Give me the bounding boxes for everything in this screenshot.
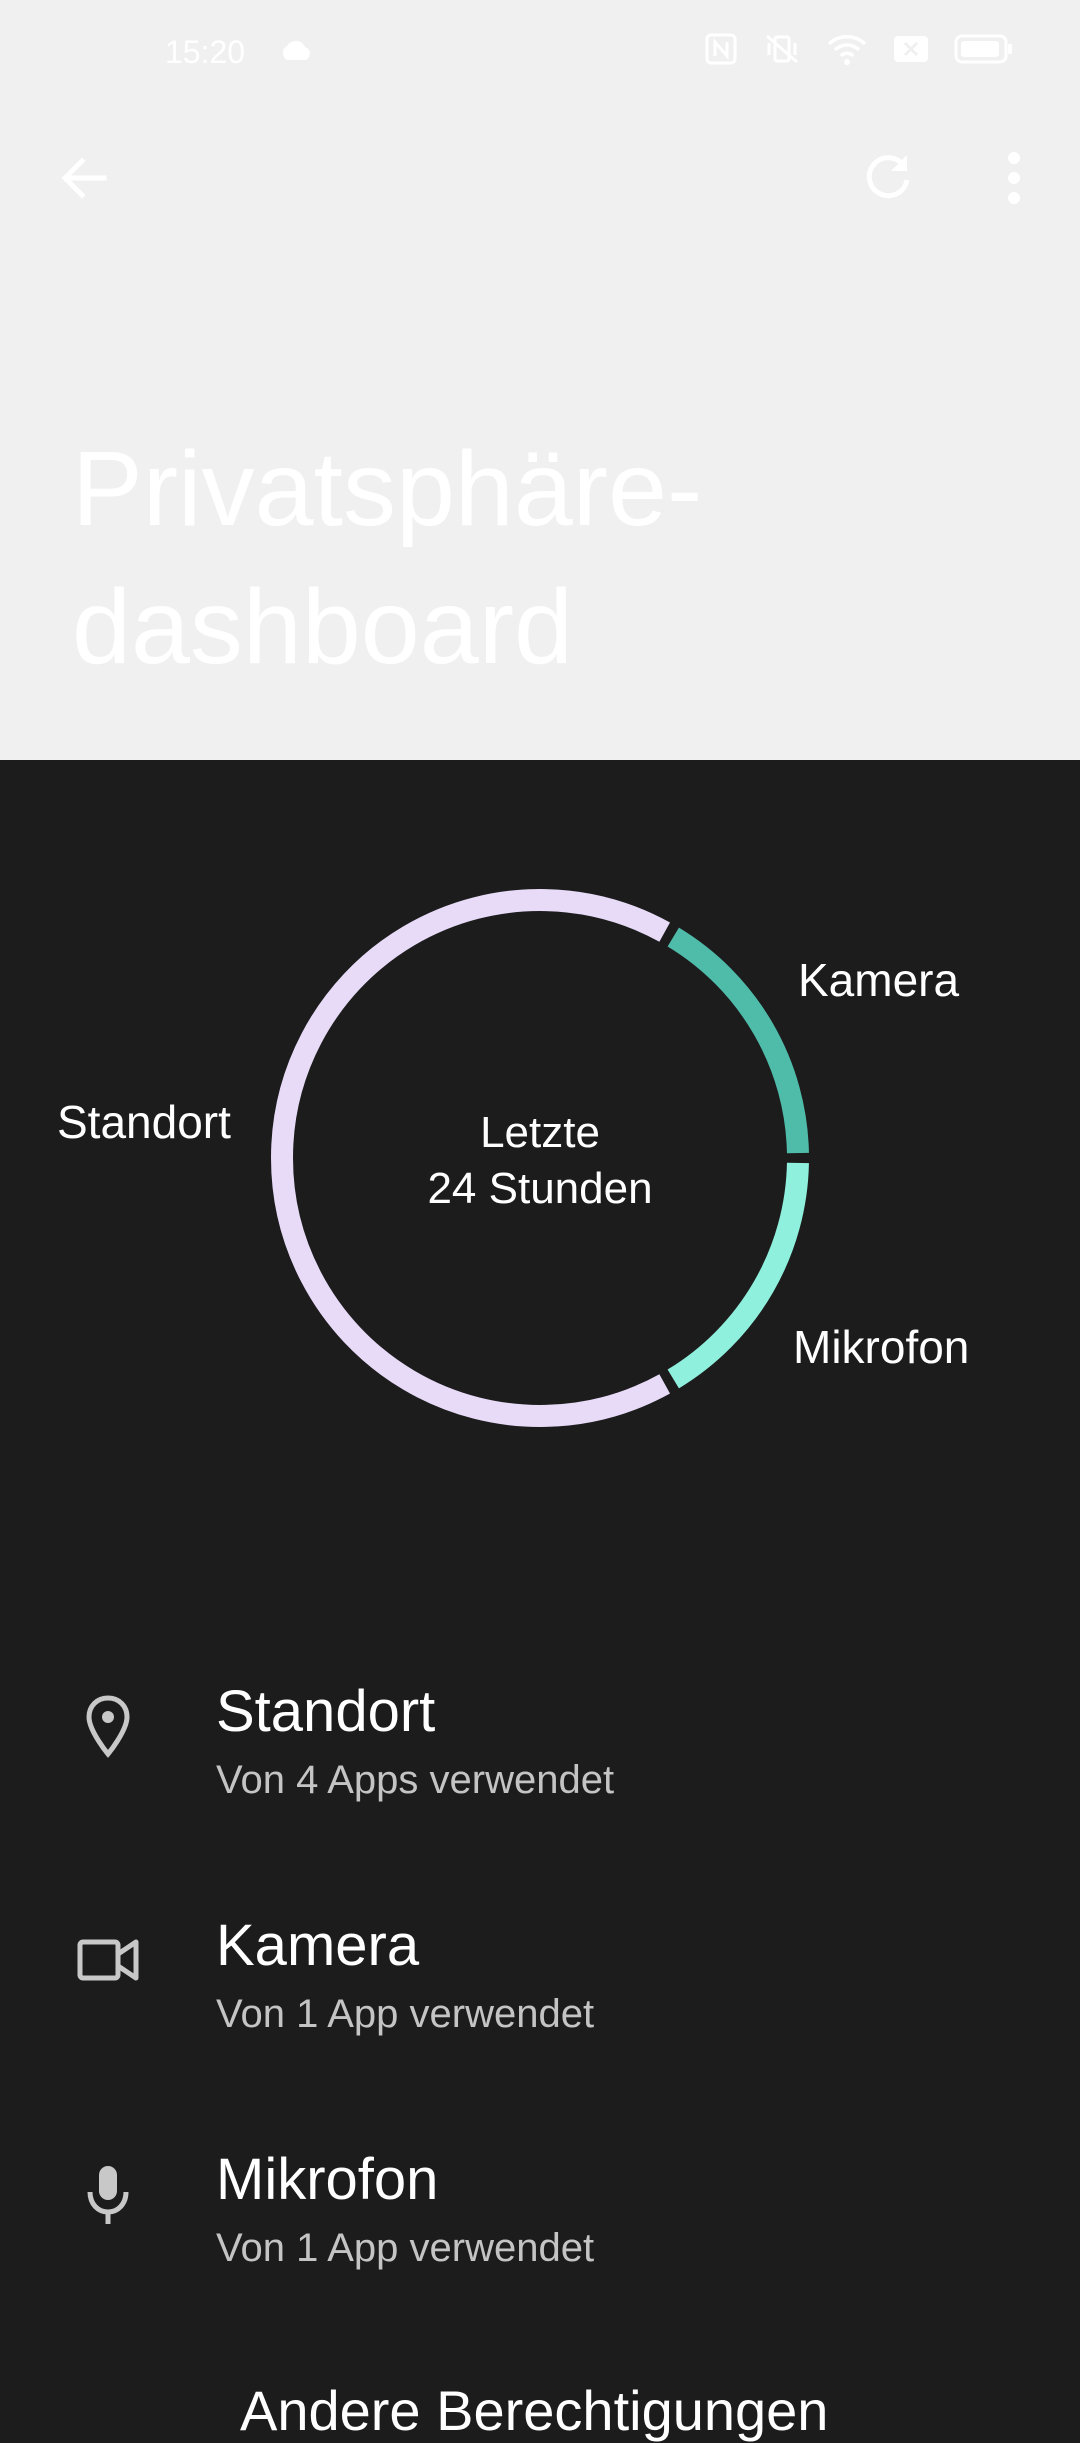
battery-icon xyxy=(954,33,1014,70)
wifi-icon xyxy=(826,32,868,71)
refresh-icon xyxy=(860,150,916,211)
list-item-standort[interactable]: Standort Von 4 Apps verwendet xyxy=(0,1640,1080,1860)
list-item-title: Mikrofon xyxy=(216,2147,439,2212)
list-item-kamera[interactable]: Kamera Von 1 App verwendet xyxy=(0,1874,1080,2094)
usage-chart: Letzte 24 Stunden Standort Kamera Mikrof… xyxy=(0,760,1080,1540)
list-item-subtitle: Von 4 Apps verwendet xyxy=(216,1758,615,1802)
cloud-icon xyxy=(278,38,314,67)
status-bar: 15:20 xyxy=(0,0,1080,108)
chart-label-standort: Standort xyxy=(57,1096,231,1148)
more-vert-icon xyxy=(1006,150,1022,211)
back-button[interactable] xyxy=(36,132,132,228)
other-permissions-heading[interactable]: Andere Berechtigungen xyxy=(240,2378,828,2443)
status-icons xyxy=(704,32,1014,71)
mic-icon xyxy=(72,2158,144,2230)
status-time: 15:20 xyxy=(165,34,246,70)
header-area: 15:20 Privatsphäre- dashboard xyxy=(0,0,1080,760)
nfc-icon xyxy=(704,32,738,71)
videocam-icon xyxy=(72,1924,144,1996)
chart-label-mikrofon: Mikrofon xyxy=(793,1321,970,1373)
chart-center-label-line1: Letzte xyxy=(480,1108,600,1157)
page-title-line2: dashboard xyxy=(72,568,573,686)
list-item-mikrofon[interactable]: Mikrofon Von 1 App verwendet xyxy=(0,2108,1080,2328)
list-item-subtitle: Von 1 App verwendet xyxy=(216,2226,595,2270)
list-item-subtitle: Von 1 App verwendet xyxy=(216,1992,595,2036)
page-title: Privatsphäre- dashboard xyxy=(72,420,972,696)
vibrate-off-icon xyxy=(762,32,802,71)
list-item-title: Standort xyxy=(216,1679,436,1744)
more-options-button[interactable] xyxy=(966,132,1062,228)
chart-center-label-line2: 24 Stunden xyxy=(427,1164,653,1213)
page-title-line1: Privatsphäre- xyxy=(72,430,703,548)
arrow-back-icon xyxy=(58,152,110,209)
refresh-button[interactable] xyxy=(840,132,936,228)
sim-x-icon xyxy=(892,33,930,70)
location-pin-icon xyxy=(72,1690,144,1762)
list-item-title: Kamera xyxy=(216,1913,420,1978)
chart-label-kamera: Kamera xyxy=(798,954,960,1006)
